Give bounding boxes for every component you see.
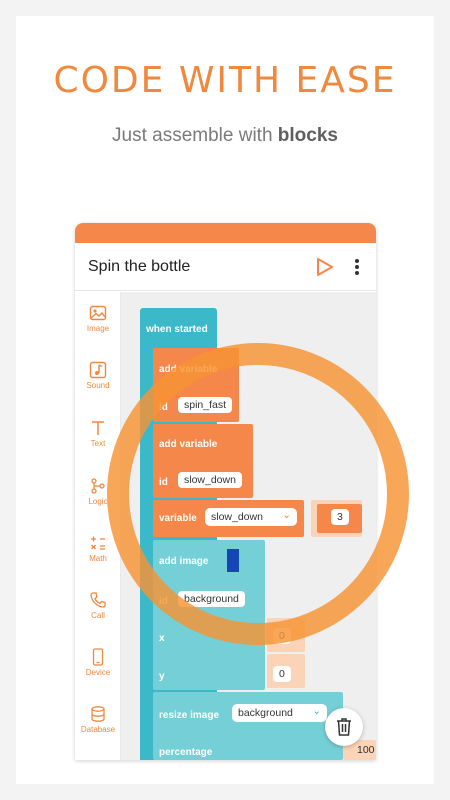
resize-dropdown[interactable]: background ⌄ (232, 704, 327, 722)
resize-image-label: resize image (159, 710, 220, 721)
chevron-down-icon: ⌄ (312, 705, 321, 717)
image-icon (89, 305, 107, 321)
play-icon[interactable] (313, 256, 335, 278)
promo-headline: CODE WITH EASE (53, 60, 397, 101)
phone-icon (90, 592, 106, 608)
palette-item-database[interactable]: Database (75, 705, 121, 734)
music-note-icon (89, 361, 107, 379)
trash-button[interactable] (325, 708, 363, 746)
palette-label: Device (85, 668, 111, 677)
text-icon (92, 421, 104, 435)
palette-label: Sound (86, 381, 110, 390)
project-title: Spin the bottle (88, 258, 191, 275)
trash-icon (337, 718, 351, 736)
palette-label: Image (86, 324, 110, 333)
percentage-label: percentage (159, 747, 213, 758)
promo-subline: Just assemble with blocks (0, 125, 450, 147)
palette-item-sound[interactable]: Sound (75, 361, 121, 390)
palette-item-call[interactable]: Call (75, 591, 121, 620)
math-icon (91, 536, 105, 550)
resize-dropdown-value: background (238, 707, 293, 719)
percentage-value-field[interactable]: 100 (357, 744, 375, 756)
app-bar: Spin the bottle (75, 243, 376, 291)
palette-item-device[interactable]: Device (75, 648, 121, 677)
palette-item-text[interactable]: Text (75, 419, 121, 448)
logic-icon (91, 478, 105, 494)
palette-item-image[interactable]: Image (75, 304, 121, 333)
highlight-ring (107, 343, 409, 645)
palette-label: Database (80, 725, 116, 734)
promo-subline-text: Just assemble with (112, 125, 273, 146)
x-label: x (159, 633, 165, 644)
y-value-field[interactable]: 0 (273, 666, 291, 682)
promo-subline-bold: blocks (277, 125, 338, 146)
status-bar (75, 223, 376, 243)
more-vert-icon[interactable] (351, 256, 363, 278)
palette-label: Math (89, 554, 107, 563)
palette-label: Call (91, 611, 105, 620)
y-label: y (159, 671, 165, 682)
database-icon (91, 706, 105, 722)
when-started-label: when started (146, 324, 208, 335)
device-icon (92, 648, 104, 666)
